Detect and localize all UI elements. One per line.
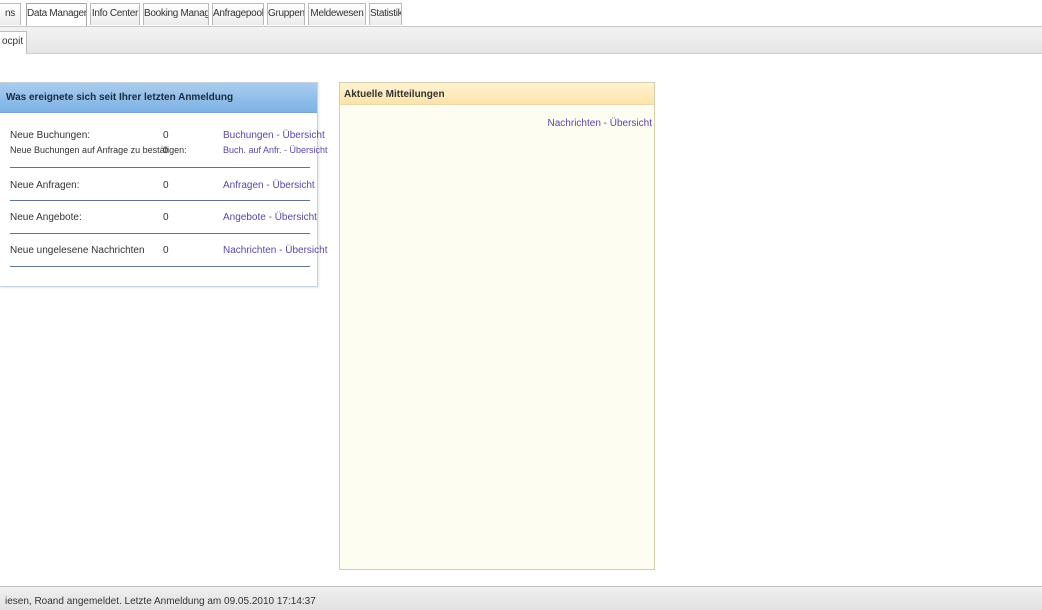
bookings-on-request-overview-link[interactable]: Buch. auf Anfr. - Übersicht xyxy=(223,145,328,155)
stat-label: Neue ungelesene Nachrichten xyxy=(10,245,145,256)
tab-cockpit[interactable]: ocpit xyxy=(0,31,27,54)
stat-label: Neue Angebote: xyxy=(10,212,82,223)
tab-gruppen[interactable]: Gruppen xyxy=(267,3,305,25)
messages-overview-link[interactable]: Nachrichten - Übersicht xyxy=(223,245,327,256)
stat-value: 0 xyxy=(163,130,169,141)
tab-home[interactable]: ns xyxy=(0,3,21,25)
stat-value: 0 xyxy=(163,145,169,155)
recent-activity-title: Was ereignete sich seit Ihrer letzten An… xyxy=(0,83,317,113)
tab-info-center[interactable]: Info Center xyxy=(90,3,140,25)
stat-value: 0 xyxy=(163,180,169,191)
divider xyxy=(10,233,310,234)
requests-overview-link[interactable]: Anfragen - Übersicht xyxy=(223,180,315,191)
stat-label: Neue Buchungen auf Anfrage zu bestätigen… xyxy=(10,145,187,155)
stat-label: Neue Anfragen: xyxy=(10,180,80,191)
divider xyxy=(10,266,310,267)
tab-meldewesen[interactable]: Meldewesen xyxy=(308,3,366,25)
current-notices-panel: Aktuelle Mitteilungen Nachrichten - Über… xyxy=(339,82,655,570)
offers-overview-link[interactable]: Angebote - Übersicht xyxy=(223,212,317,223)
status-bar: iesen, Roand angemeldet. Letzte Anmeldun… xyxy=(0,586,1042,610)
sub-tab-bar: ocpit xyxy=(0,26,1042,54)
status-text: iesen, Roand angemeldet. Letzte Anmeldun… xyxy=(5,596,316,607)
tab-data-manager[interactable]: Data Manager xyxy=(26,3,87,27)
divider xyxy=(10,167,310,168)
divider xyxy=(10,200,310,201)
stat-value: 0 xyxy=(163,245,169,256)
tab-statistik[interactable]: Statistik xyxy=(369,3,402,25)
tab-anfragepool[interactable]: Anfragepool xyxy=(212,3,264,25)
notices-messages-overview-link[interactable]: Nachrichten - Übersicht xyxy=(548,118,652,129)
stat-value: 0 xyxy=(163,212,169,223)
recent-activity-panel: Was ereignete sich seit Ihrer letzten An… xyxy=(0,82,328,287)
current-notices-title: Aktuelle Mitteilungen xyxy=(340,83,654,105)
main-tab-bar: ns Data Manager Info Center Booking Mana… xyxy=(0,0,1042,27)
stat-label: Neue Buchungen: xyxy=(10,130,91,141)
bookings-overview-link[interactable]: Buchungen - Übersicht xyxy=(223,130,325,141)
tab-booking-manager[interactable]: Booking Manager xyxy=(143,3,209,25)
